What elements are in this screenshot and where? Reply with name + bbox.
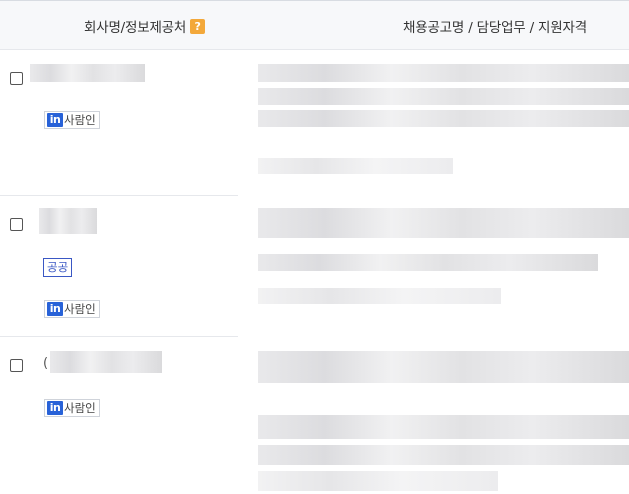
- job-title-redacted[interactable]: [258, 64, 629, 82]
- company-name-redacted: [39, 208, 97, 234]
- job-duty-redacted: [258, 254, 598, 271]
- job-title-redacted[interactable]: [258, 208, 629, 238]
- table-row: in 사람인: [0, 50, 629, 196]
- saramin-logo-icon: in: [47, 113, 63, 127]
- company-name-redacted: [30, 64, 145, 82]
- row-checkbox[interactable]: [10, 72, 23, 85]
- source-badge-saramin[interactable]: in 사람인: [44, 399, 100, 417]
- row-checkbox[interactable]: [10, 218, 23, 231]
- company-name-prefix: (: [43, 356, 49, 371]
- company-column-header: 회사명/정보제공처 ?: [84, 16, 206, 36]
- source-label: 사람인: [64, 302, 96, 316]
- job-meta-redacted: [258, 158, 453, 174]
- public-tag: 공공: [43, 258, 73, 277]
- source-badge-saramin[interactable]: in 사람인: [44, 111, 100, 129]
- job-duty-redacted: [258, 415, 629, 439]
- saramin-logo-icon: in: [47, 401, 63, 415]
- job-meta-redacted: [258, 471, 498, 491]
- help-icon[interactable]: ?: [190, 18, 206, 34]
- job-qualification-redacted: [258, 445, 629, 465]
- company-column-label: 회사명/정보제공처: [84, 20, 187, 36]
- table-header: 회사명/정보제공처 ? 채용공고명 / 담당업무 / 지원자격: [0, 1, 629, 50]
- source-label: 사람인: [64, 113, 96, 127]
- job-meta-redacted: [258, 288, 501, 304]
- job-duty-redacted: [258, 88, 629, 105]
- table-row: 공공 in 사람인: [0, 196, 629, 336]
- row-checkbox[interactable]: [10, 359, 23, 372]
- job-title-redacted[interactable]: [258, 351, 629, 383]
- table-row: ( in 사람인: [0, 337, 629, 494]
- source-label: 사람인: [64, 401, 96, 415]
- job-qualification-redacted: [258, 110, 629, 127]
- job-column-header: 채용공고명 / 담당업무 / 지원자격: [403, 20, 587, 36]
- company-name-redacted: [50, 351, 162, 373]
- saramin-logo-icon: in: [47, 302, 63, 316]
- source-badge-saramin[interactable]: in 사람인: [44, 300, 100, 318]
